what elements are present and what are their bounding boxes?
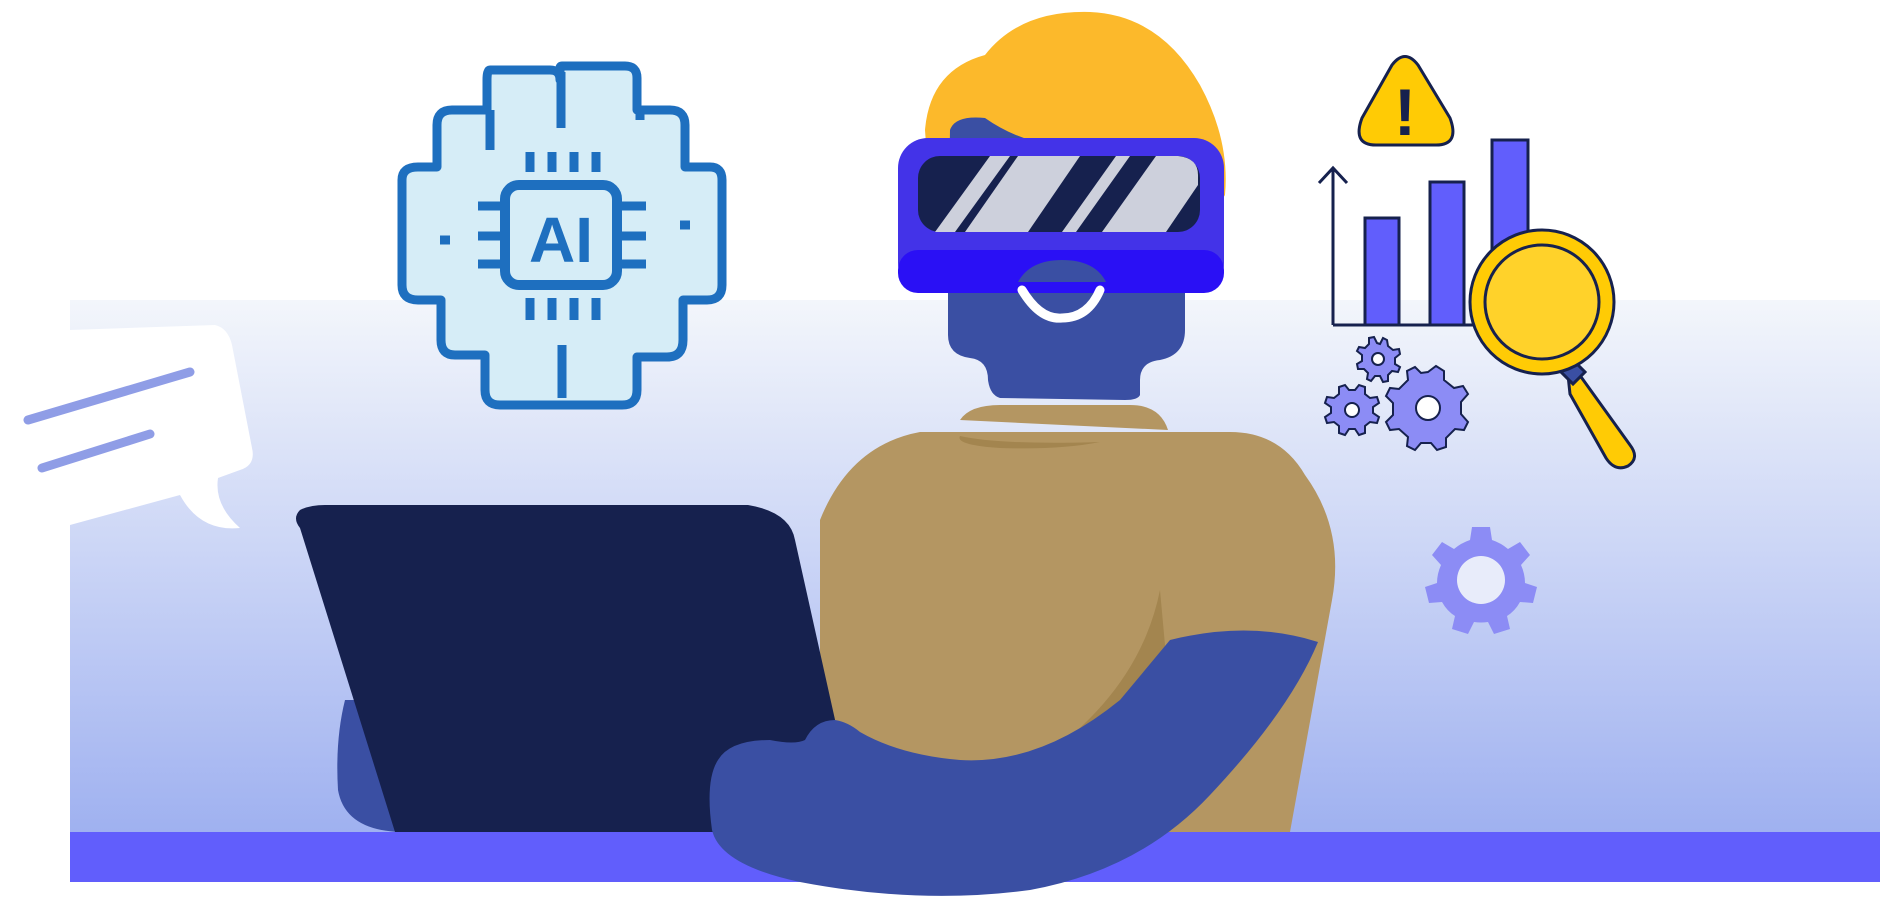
vr-headset <box>898 138 1224 323</box>
chart-bar-2 <box>1428 180 1466 327</box>
warning-symbol: ! <box>1394 75 1416 149</box>
chart-bar-1 <box>1363 216 1401 327</box>
ai-chip-label: AI <box>529 204 593 276</box>
scene-background: AI ! <box>0 0 1880 901</box>
ai-chip-icon: AI <box>397 61 727 410</box>
